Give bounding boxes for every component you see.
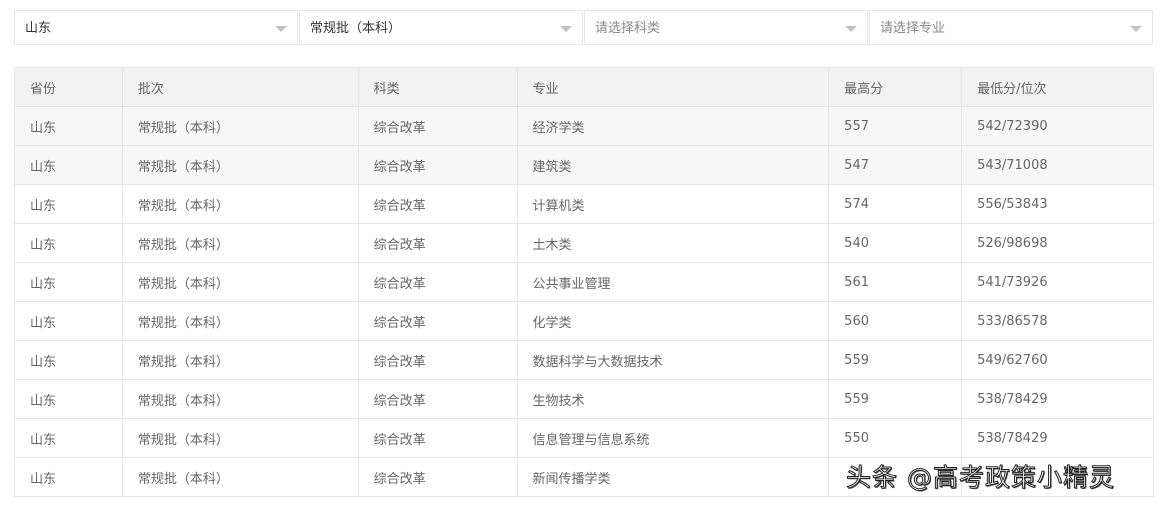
table-cell: 化学类 [516,301,830,341]
table-cell: 538/78429 [961,418,1154,458]
table-cell: 综合改革 [357,184,518,224]
table-row: 山东 常规批（本科） 综合改革 公共事业管理 561 541/73926 [14,262,1154,302]
select-value: 请选择科类 [595,21,661,36]
table-cell: 综合改革 [357,301,518,341]
table-cell: 559 [828,340,963,380]
table-cell: 综合改革 [357,418,518,458]
table-cell: 560 [828,301,963,341]
table-cell: 556/53843 [961,184,1154,224]
category-select[interactable]: 请选择科类 [584,10,868,45]
table-cell: 常规批（本科） [121,223,359,263]
table-cell: 541/73926 [961,262,1154,302]
table-cell: 综合改革 [357,262,518,302]
table-cell: 综合改革 [357,457,518,497]
table-header-row: 省份 批次 科类 专业 最高分 最低分/位次 [14,67,1154,107]
table-cell: 经济学类 [516,106,830,146]
table-cell: 常规批（本科） [121,106,359,146]
table-cell: 526/98698 [961,223,1154,263]
column-header: 省份 [14,67,123,107]
table-cell: 574 [828,184,963,224]
select-value: 山东 [25,21,52,36]
column-header: 最低分/位次 [961,67,1154,107]
table-cell: 549/62760 [961,340,1154,380]
table-cell: 生物技术 [516,379,830,419]
table-cell: 山东 [14,379,123,419]
table-cell: 山东 [14,418,123,458]
select-value: 请选择专业 [880,21,946,36]
table-cell: 计算机类 [516,184,830,224]
score-table: 省份 批次 科类 专业 最高分 最低分/位次 山东 常规批（本科） 综合改革 经济学类 557 542… [14,67,1154,497]
watermark: 头条 @高考政策小精灵 [846,463,1115,493]
table-cell: 常规批（本科） [121,418,359,458]
table-cell: 山东 [14,262,123,302]
table-cell: 常规批（本科） [121,301,359,341]
batch-select[interactable]: 常规批（本科） [299,10,583,45]
table-cell: 538/78429 [961,379,1154,419]
table-cell: 综合改革 [357,223,518,263]
table-row: 山东 常规批（本科） 综合改革 经济学类 557 542/72390 [14,106,1154,146]
table-cell: 综合改革 [357,106,518,146]
table-row: 山东 常规批（本科） 综合改革 建筑类 547 543/71008 [14,145,1154,185]
table-cell: 561 [828,262,963,302]
table-row: 山东 常规批（本科） 综合改革 生物技术 559 538/78429 [14,379,1154,419]
table-cell: 山东 [14,457,123,497]
table-cell: 山东 [14,301,123,341]
table-cell: 建筑类 [516,145,830,185]
table-cell: 常规批（本科） [121,145,359,185]
table-cell: 山东 [14,145,123,185]
table-row: 山东 常规批（本科） 综合改革 化学类 560 533/86578 [14,301,1154,341]
table-cell: 山东 [14,106,123,146]
table-cell: 常规批（本科） [121,340,359,380]
table-cell: 综合改革 [357,145,518,185]
table-cell: 540 [828,223,963,263]
table-cell: 山东 [14,184,123,224]
table-cell: 综合改革 [357,340,518,380]
province-select[interactable]: 山东 [14,10,298,45]
table-cell: 543/71008 [961,145,1154,185]
table-cell: 547 [828,145,963,185]
table-cell: 559 [828,379,963,419]
dropdown-arrow-icon [275,26,287,32]
table-cell: 542/72390 [961,106,1154,146]
table-cell: 550 [828,418,963,458]
major-select[interactable]: 请选择专业 [869,10,1153,45]
dropdown-arrow-icon [845,26,857,32]
table-cell: 土木类 [516,223,830,263]
table-cell: 常规批（本科） [121,184,359,224]
column-header: 最高分 [828,67,963,107]
table-row: 山东 常规批（本科） 综合改革 土木类 540 526/98698 [14,223,1154,263]
table-cell: 山东 [14,223,123,263]
table-cell: 山东 [14,340,123,380]
table-cell: 数据科学与大数据技术 [516,340,830,380]
table-row: 山东 常规批（本科） 综合改革 计算机类 574 556/53843 [14,184,1154,224]
column-header: 批次 [121,67,359,107]
table-cell: 常规批（本科） [121,262,359,302]
table-cell: 新闻传播学类 [516,457,830,497]
table-row: 山东 常规批（本科） 综合改革 数据科学与大数据技术 559 549/62760 [14,340,1154,380]
table-cell: 常规批（本科） [121,379,359,419]
table-cell: 557 [828,106,963,146]
table-cell: 公共事业管理 [516,262,830,302]
filter-bar: 山东 常规批（本科） 请选择科类 请选择专业 [14,10,1153,45]
column-header: 专业 [516,67,830,107]
column-header: 科类 [357,67,518,107]
select-value: 常规批（本科） [310,21,402,36]
dropdown-arrow-icon [1130,26,1142,32]
dropdown-arrow-icon [560,26,572,32]
table-cell: 信息管理与信息系统 [516,418,830,458]
table-row: 山东 常规批（本科） 综合改革 信息管理与信息系统 550 538/78429 [14,418,1154,458]
table-cell: 常规批（本科） [121,457,359,497]
table-cell: 综合改革 [357,379,518,419]
table-cell: 533/86578 [961,301,1154,341]
